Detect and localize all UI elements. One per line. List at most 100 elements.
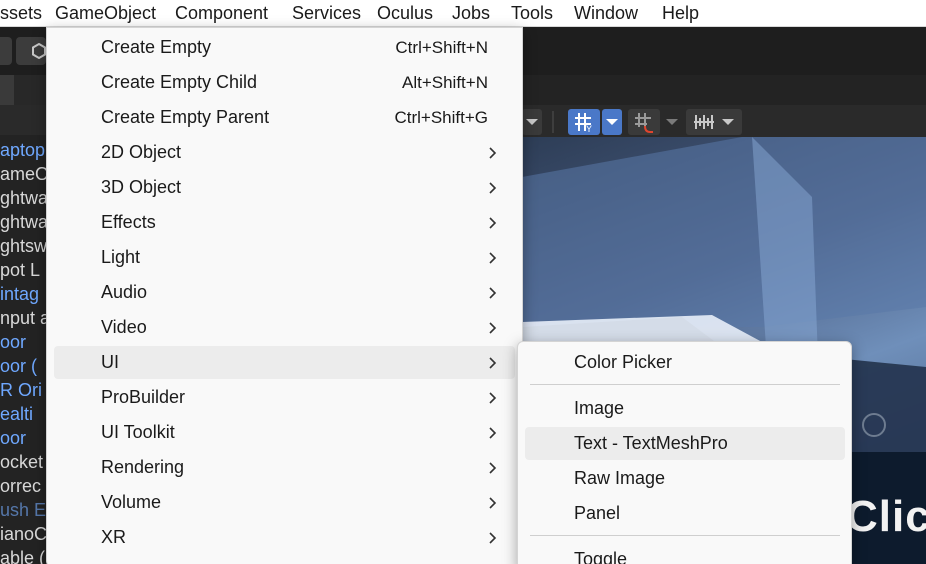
toolbar-divider — [552, 111, 554, 133]
grid-snap-button[interactable]: Y — [568, 109, 600, 135]
hierarchy-row[interactable]: ghtsw — [0, 234, 46, 258]
svg-text:Y: Y — [586, 124, 592, 133]
grid-snap-icon: Y — [575, 113, 592, 133]
hierarchy-row[interactable]: ocket — [0, 450, 46, 474]
chevron-right-icon — [489, 392, 497, 404]
chevron-right-icon — [489, 182, 497, 194]
submenu-item-label: Panel — [574, 503, 621, 523]
increment-snap-button[interactable] — [628, 109, 660, 135]
menu-item-create-empty-parent[interactable]: Create Empty Parent Ctrl+Shift+G — [54, 101, 515, 134]
scene-toolbar: Y — [522, 105, 926, 137]
chevron-right-icon — [489, 217, 497, 229]
menu-item-label: XR — [101, 527, 127, 547]
menu-item-label: Video — [101, 317, 147, 337]
hierarchy-row[interactable]: ianoC — [0, 522, 46, 546]
submenu-item-raw-image[interactable]: Raw Image — [525, 462, 845, 495]
hierarchy-row[interactable]: oor — [0, 330, 46, 354]
toolbar-button[interactable] — [0, 37, 12, 65]
submenu-item-label: Text - TextMeshPro — [574, 433, 728, 453]
menu-item-label: Effects — [101, 212, 156, 232]
chevron-right-icon — [489, 357, 497, 369]
chevron-right-icon — [489, 427, 497, 439]
menu-item-shortcut: Alt+Shift+N — [402, 73, 488, 92]
menu-item-2d-object[interactable]: 2D Object — [54, 136, 515, 169]
hierarchy-row[interactable]: ealti — [0, 402, 46, 426]
chevron-right-icon — [489, 147, 497, 159]
chevron-right-icon — [489, 252, 497, 264]
hierarchy-row[interactable]: oor ( — [0, 354, 46, 378]
menu-item-video[interactable]: Video — [54, 311, 515, 344]
menu-gameobject[interactable]: GameObject — [55, 2, 156, 25]
menu-item-3d-object[interactable]: 3D Object — [54, 171, 515, 204]
menu-item-shortcut: Ctrl+Shift+N — [395, 38, 488, 57]
hierarchy-search[interactable] — [0, 105, 46, 135]
submenu-item-toggle[interactable]: Toggle — [525, 543, 845, 564]
hierarchy-row[interactable]: nput a — [0, 306, 46, 330]
menu-item-label: Create Empty — [101, 37, 212, 57]
hierarchy-row[interactable]: pot L — [0, 258, 46, 282]
menu-component[interactable]: Component — [175, 2, 268, 25]
chevron-right-icon — [489, 287, 497, 299]
snap-dropdown[interactable] — [662, 109, 682, 135]
grid-dropdown[interactable] — [602, 109, 622, 135]
chevron-down-icon — [722, 119, 734, 125]
menu-item-label: UI — [101, 352, 119, 372]
menu-tools[interactable]: Tools — [511, 2, 553, 25]
menu-item-audio[interactable]: Audio — [54, 276, 515, 309]
menu-bar: ssets GameObject Component Services Ocul… — [0, 0, 926, 27]
menu-item-xr[interactable]: XR — [54, 521, 515, 554]
submenu-item-label: Toggle — [574, 549, 628, 564]
menu-item-volume[interactable]: Volume — [54, 486, 515, 519]
menu-separator — [530, 535, 840, 536]
chevron-down-icon — [606, 119, 618, 125]
menu-item-create-empty-child[interactable]: Create Empty Child Alt+Shift+N — [54, 66, 515, 99]
gameobject-menu: Create Empty Ctrl+Shift+N Create Empty C… — [46, 27, 523, 564]
chevron-down-icon — [666, 119, 678, 125]
menu-assets[interactable]: ssets — [0, 2, 42, 25]
account-button[interactable] — [16, 37, 46, 65]
submenu-item-color-picker[interactable]: Color Picker — [525, 346, 845, 379]
menu-item-rendering[interactable]: Rendering — [54, 451, 515, 484]
menu-item-light[interactable]: Light — [54, 241, 515, 274]
hierarchy-row[interactable]: able ( — [0, 546, 46, 564]
snap-icon — [635, 113, 653, 133]
hierarchy-row[interactable]: ghtwa — [0, 186, 46, 210]
menu-item-ui[interactable]: UI — [54, 346, 515, 379]
hierarchy-row[interactable]: oor — [0, 426, 46, 450]
menu-item-label: 3D Object — [101, 177, 182, 197]
menu-item-ui-toolkit[interactable]: UI Toolkit — [54, 416, 515, 449]
menu-item-effects[interactable]: Effects — [54, 206, 515, 239]
hierarchy-row[interactable]: ameO — [0, 162, 46, 186]
menu-item-shortcut: Ctrl+Shift+G — [394, 108, 488, 127]
menu-item-create-empty[interactable]: Create Empty Ctrl+Shift+N — [54, 31, 515, 64]
hierarchy-row[interactable]: orrec — [0, 474, 46, 498]
ruler-icon — [694, 115, 714, 129]
menu-window[interactable]: Window — [574, 2, 638, 25]
hierarchy-row[interactable]: ghtwa — [0, 210, 46, 234]
hierarchy-tab-row — [0, 75, 46, 105]
submenu-item-text-textmeshpro[interactable]: Text - TextMeshPro — [525, 427, 845, 460]
menu-item-label: UI Toolkit — [101, 422, 175, 442]
submenu-item-label: Raw Image — [574, 468, 666, 488]
ruler-button[interactable] — [686, 109, 742, 135]
menu-oculus[interactable]: Oculus — [377, 2, 433, 25]
menu-item-label: 2D Object — [101, 142, 182, 162]
menu-item-probuilder[interactable]: ProBuilder — [54, 381, 515, 414]
submenu-item-panel[interactable]: Panel — [525, 497, 845, 530]
hierarchy-tab[interactable] — [0, 75, 14, 105]
menu-item-label: ProBuilder — [101, 387, 186, 407]
hierarchy-row[interactable]: R Ori — [0, 378, 46, 402]
chevron-right-icon — [489, 462, 497, 474]
hierarchy-row[interactable]: intag — [0, 282, 46, 306]
menu-jobs[interactable]: Jobs — [452, 2, 490, 25]
hierarchy-row[interactable]: ush E — [0, 498, 46, 522]
dropdown-caret[interactable] — [522, 109, 542, 135]
menu-item-label: Volume — [101, 492, 162, 512]
menu-services[interactable]: Services — [292, 2, 361, 25]
submenu-item-image[interactable]: Image — [525, 392, 845, 425]
hierarchy-row[interactable]: aptop — [0, 138, 46, 162]
menu-item-label: Rendering — [101, 457, 185, 477]
hexagon-icon — [32, 43, 46, 59]
menu-help[interactable]: Help — [662, 2, 699, 25]
menu-item-label: Create Empty Parent — [101, 107, 270, 127]
